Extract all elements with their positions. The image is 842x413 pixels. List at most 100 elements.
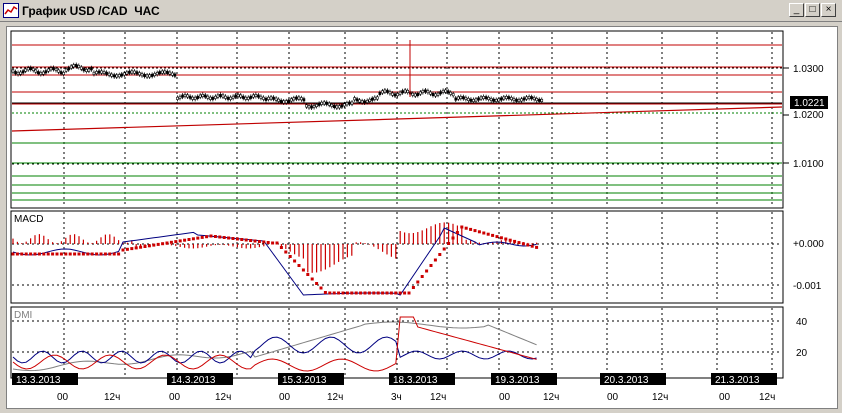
macd-signal-dot bbox=[372, 291, 376, 295]
macd-signal-dot bbox=[429, 264, 433, 267]
candle-body bbox=[249, 95, 253, 99]
candle-body bbox=[467, 97, 470, 101]
candle-body bbox=[19, 71, 22, 75]
candle-body bbox=[34, 69, 38, 73]
macd-signal-dot bbox=[165, 241, 169, 245]
macd-signal-dot bbox=[535, 245, 539, 249]
macd-signal-dot bbox=[15, 252, 19, 256]
candle-body bbox=[16, 71, 20, 75]
candle-body bbox=[29, 67, 33, 71]
candle-body bbox=[133, 70, 136, 74]
macd-signal-dot bbox=[42, 252, 46, 256]
candle-body bbox=[234, 94, 237, 98]
macd-signal-dot bbox=[438, 253, 442, 256]
macd-signal-dot bbox=[191, 237, 195, 241]
candle-body bbox=[520, 98, 523, 102]
candle-body bbox=[343, 103, 346, 107]
macd-signal-dot bbox=[367, 291, 371, 295]
candle-body bbox=[198, 94, 202, 98]
candle-body bbox=[188, 95, 192, 99]
candle-body bbox=[370, 97, 374, 101]
candle-body bbox=[211, 96, 215, 100]
maximize-button[interactable]: □ bbox=[805, 3, 820, 17]
window-title: График USD /CAD ЧАС bbox=[22, 4, 160, 18]
macd-signal-dot bbox=[416, 280, 420, 284]
candle-body bbox=[376, 96, 379, 100]
candle-body bbox=[74, 64, 78, 68]
date-label: 13.3.2013 bbox=[16, 375, 61, 386]
macd-signal-dot bbox=[222, 236, 226, 239]
vertical-grid bbox=[63, 32, 773, 377]
candle-body bbox=[262, 96, 265, 100]
macd-signal-dot bbox=[227, 236, 231, 240]
candle-body bbox=[325, 101, 329, 105]
macd-signal-dot bbox=[530, 244, 534, 248]
macd-signal-dot bbox=[442, 247, 446, 251]
chart-canvas[interactable]: 1.0300 1.0200 1.0100 1.0221 MACD +0.000 … bbox=[7, 27, 837, 408]
candle-body bbox=[446, 90, 450, 94]
candle-body bbox=[391, 92, 394, 96]
macd-signal-dot bbox=[33, 252, 37, 256]
date-label: 15.3.2013 bbox=[282, 375, 327, 386]
macd-signal-dot bbox=[473, 229, 477, 233]
candle-body bbox=[441, 89, 445, 93]
minimize-button[interactable]: _ bbox=[789, 3, 804, 17]
candle-body bbox=[257, 94, 260, 98]
candle-body bbox=[302, 98, 306, 102]
candle-body bbox=[393, 93, 397, 97]
candle-body bbox=[320, 101, 323, 105]
hour-label: 12ч bbox=[759, 392, 775, 403]
candle-body bbox=[287, 99, 291, 103]
candle-body bbox=[274, 97, 278, 101]
candle-body bbox=[229, 96, 232, 100]
hour-label: 00 bbox=[499, 392, 511, 403]
candle-body bbox=[150, 73, 154, 77]
macd-signal-dot bbox=[121, 248, 125, 252]
candle-body bbox=[39, 71, 43, 75]
macd-signal-dot bbox=[350, 291, 354, 295]
date-label: 19.3.2013 bbox=[495, 375, 540, 386]
candle-body bbox=[82, 68, 86, 72]
chart-area[interactable]: 1.0300 1.0200 1.0100 1.0221 MACD +0.000 … bbox=[6, 26, 838, 409]
candle-body bbox=[100, 70, 103, 74]
candle-body bbox=[484, 96, 488, 100]
macd-signal-dot bbox=[275, 241, 279, 245]
candle-body bbox=[269, 96, 273, 100]
candle-body bbox=[176, 96, 179, 100]
candle-body bbox=[487, 96, 490, 100]
candle-body bbox=[355, 98, 359, 102]
close-button[interactable]: × bbox=[821, 3, 836, 17]
candle-body bbox=[333, 104, 336, 108]
macd-signal-dot bbox=[499, 236, 503, 240]
candle-body bbox=[386, 89, 389, 93]
candle-body bbox=[90, 67, 93, 71]
candle-body bbox=[67, 67, 70, 71]
candle-body bbox=[196, 95, 199, 99]
candle-body bbox=[522, 97, 526, 101]
macd-signal-dot bbox=[95, 252, 99, 256]
candle-body bbox=[279, 99, 283, 103]
hour-label: 12ч bbox=[652, 392, 668, 403]
candle-body bbox=[505, 96, 508, 100]
macd-signal-dot bbox=[130, 247, 134, 251]
macd-signal-dot bbox=[143, 245, 147, 248]
candle-body bbox=[158, 71, 162, 75]
macd-signal-dot bbox=[77, 252, 81, 256]
macd-signal-dot bbox=[306, 273, 310, 276]
candle-body bbox=[54, 67, 58, 71]
macd-signal-dot bbox=[495, 235, 499, 239]
candle-body bbox=[47, 68, 50, 72]
macd-signal-dot bbox=[235, 237, 239, 241]
candle-body bbox=[166, 70, 169, 74]
candle-body bbox=[494, 98, 498, 102]
hour-label: 00 bbox=[279, 392, 291, 403]
macd-signal-dot bbox=[403, 291, 407, 295]
candle-body bbox=[168, 71, 172, 75]
candle-body bbox=[203, 94, 207, 98]
candle-body bbox=[42, 71, 45, 75]
macd-signal-dot bbox=[381, 291, 385, 295]
candle-body bbox=[444, 89, 447, 93]
price-label: 1.0200 bbox=[793, 110, 824, 121]
hour-label: 3ч bbox=[391, 392, 402, 403]
candle-body bbox=[105, 71, 108, 75]
